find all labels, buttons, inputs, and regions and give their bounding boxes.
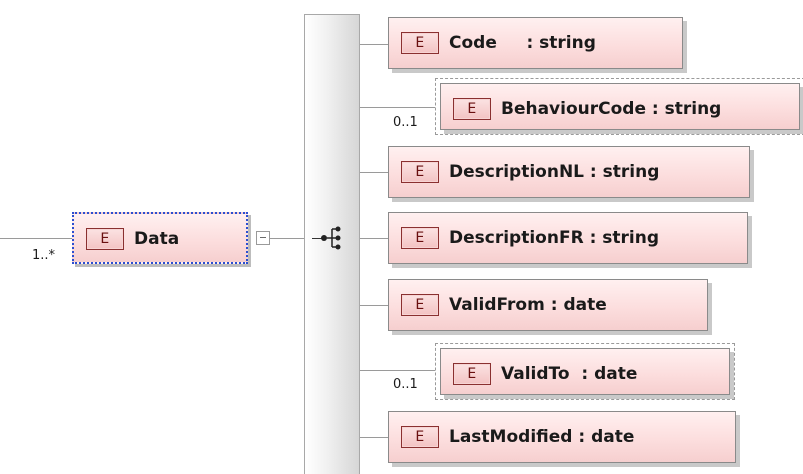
element-icon: E xyxy=(453,98,491,120)
element-name-label: Data xyxy=(134,229,180,249)
element-name-label: DescriptionFR : string xyxy=(449,228,660,248)
element-icon: E xyxy=(401,161,439,183)
element-icon: E xyxy=(86,228,124,250)
root-to-sequence-line xyxy=(270,238,304,239)
element-name-label: ValidTo : date xyxy=(501,364,638,384)
child-element-behaviourcode[interactable]: E BehaviourCode : string xyxy=(435,78,803,135)
branch-line xyxy=(360,305,388,306)
element-icon: E xyxy=(401,227,439,249)
element-icon: E xyxy=(401,426,439,448)
branch-line xyxy=(360,107,435,108)
occurrence-label: 0..1 xyxy=(393,115,418,130)
branch-line xyxy=(360,238,388,239)
element-name-label: ValidFrom : date xyxy=(449,295,607,315)
branch-line xyxy=(360,437,388,438)
element-name-label: Code : string xyxy=(449,33,596,53)
element-icon: E xyxy=(453,363,491,385)
child-element-descriptionfr[interactable]: E DescriptionFR : string xyxy=(388,212,748,264)
collapse-minus-icon[interactable] xyxy=(256,231,270,245)
element-name-label: BehaviourCode : string xyxy=(501,99,722,119)
element-name-label: LastModified : date xyxy=(449,427,635,447)
sequence-compositor-icon[interactable] xyxy=(316,224,346,254)
child-element-validfrom[interactable]: E ValidFrom : date xyxy=(388,279,708,331)
element-icon: E xyxy=(401,294,439,316)
child-element-code[interactable]: E Code : string xyxy=(388,17,683,69)
child-element-descriptionnl[interactable]: E DescriptionNL : string xyxy=(388,146,750,198)
root-occurrence-label: 1..* xyxy=(32,248,56,263)
child-element-validto[interactable]: E ValidTo : date xyxy=(435,343,735,400)
child-element-lastmodified[interactable]: E LastModified : date xyxy=(388,411,736,463)
element-icon: E xyxy=(401,32,439,54)
occurrence-label: 0..1 xyxy=(393,377,418,392)
branch-line xyxy=(360,44,388,45)
root-element-data[interactable]: E Data xyxy=(72,212,248,264)
branch-line xyxy=(360,172,388,173)
root-connector-line xyxy=(0,238,72,239)
element-name-label: DescriptionNL : string xyxy=(449,162,660,182)
branch-line xyxy=(360,370,435,371)
